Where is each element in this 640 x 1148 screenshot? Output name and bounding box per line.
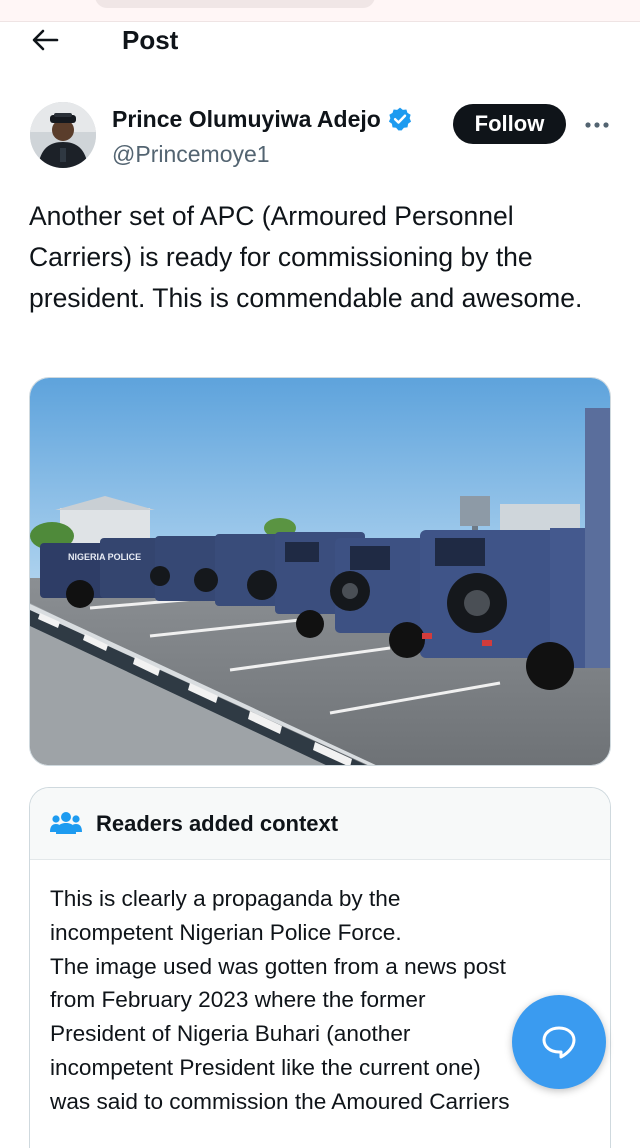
note-line: from February 2023 where the former — [50, 987, 426, 1013]
author-row: Prince Olumuyiwa Adejo @Princemoye1 Foll… — [30, 100, 620, 172]
name-row: Prince Olumuyiwa Adejo — [112, 104, 413, 134]
more-button[interactable] — [582, 110, 612, 140]
compose-message-button[interactable] — [512, 995, 606, 1089]
status-strip — [0, 0, 640, 22]
community-note: Readers added context This is clearly a … — [29, 787, 611, 1148]
top-pill — [95, 0, 375, 8]
follow-button[interactable]: Follow — [453, 104, 566, 144]
note-line: This is clearly a propaganda by the — [50, 886, 401, 911]
note-line: The image used was gotten from a news po… — [50, 953, 506, 979]
chat-bubble-icon — [542, 1026, 576, 1059]
note-line: was said to commission the Amoured Carri… — [50, 1088, 510, 1114]
people-icon — [50, 812, 82, 834]
note-line: incompetent Nigerian Police Force. — [50, 919, 402, 945]
arrow-left-icon — [32, 29, 59, 51]
post-header: Post — [0, 22, 640, 60]
author-handle[interactable]: @Princemoye1 — [112, 140, 270, 168]
community-note-text: This is clearly a propaganda by the inco… — [50, 882, 602, 1119]
post-text: Another set of APC (Armoured Personnel C… — [29, 201, 583, 313]
image-vehicle-label: NIGERIA POLICE — [68, 552, 141, 562]
community-note-header: Readers added context — [30, 788, 610, 860]
more-horizontal-icon — [585, 122, 609, 128]
avatar[interactable] — [30, 102, 96, 168]
author-name[interactable]: Prince Olumuyiwa Adejo — [112, 104, 381, 134]
verified-badge-icon — [388, 107, 411, 131]
community-note-title: Readers added context — [96, 811, 339, 836]
back-button[interactable] — [28, 24, 62, 56]
post-image[interactable]: NIGERIA POLICE — [29, 377, 611, 766]
page-title: Post — [122, 25, 179, 55]
